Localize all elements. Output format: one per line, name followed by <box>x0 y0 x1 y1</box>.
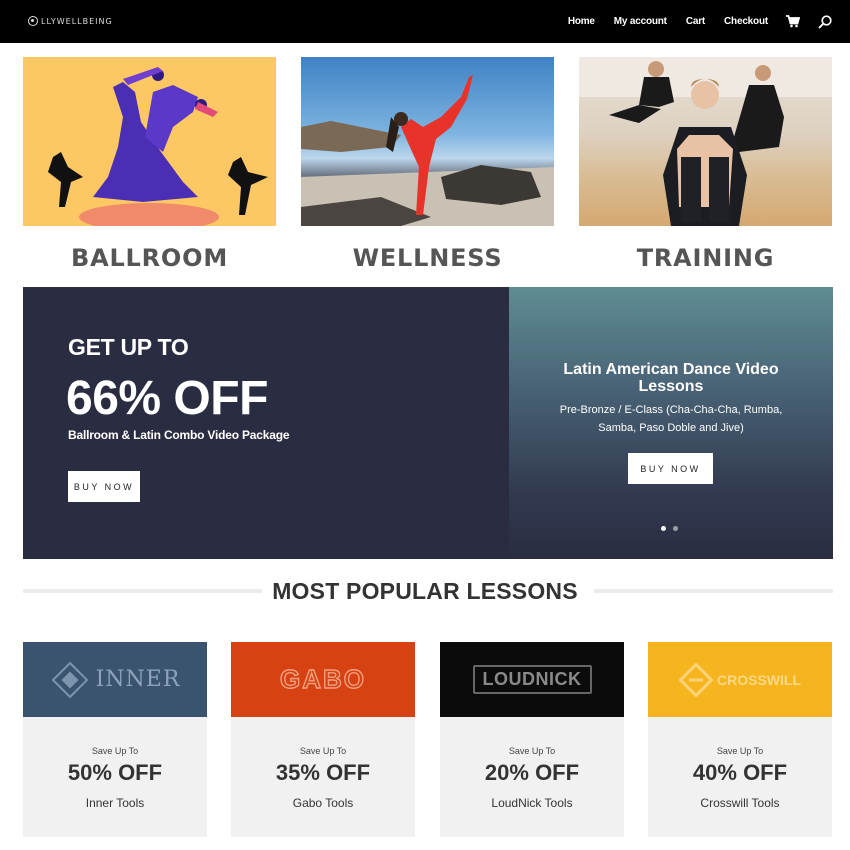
product-name[interactable]: Crosswill Tools <box>648 796 832 810</box>
lesson-card[interactable]: LOUDNICK Save Up To 20% OFF LoudNick Too… <box>440 642 624 837</box>
cart-icon[interactable] <box>786 15 800 28</box>
slider-dot-2[interactable] <box>673 526 678 531</box>
save-label: Save Up To <box>91 746 139 756</box>
promo-subtitle: Ballroom & Latin Combo Video Package <box>68 428 290 442</box>
search-icon[interactable] <box>818 14 832 29</box>
product-name[interactable]: Inner Tools <box>23 796 207 810</box>
nav-home[interactable]: Home <box>568 16 595 27</box>
wellness-image[interactable] <box>301 57 554 226</box>
brand-banner-crosswill[interactable]: CROSSWILL <box>648 642 832 717</box>
promo-left-panel: GET UP TO 66% OFF Ballroom & Latin Combo… <box>23 287 509 559</box>
promo-kicker: GET UP TO <box>68 334 189 360</box>
logo-icon <box>28 16 38 26</box>
crosswill-logo-icon <box>679 662 713 697</box>
slide-buy-now-button[interactable]: BUY NOW <box>628 453 713 484</box>
slider-dots <box>661 526 678 531</box>
discount-value: 20% OFF <box>484 760 580 785</box>
site-logo[interactable]: LLYWELLBEING <box>28 15 113 27</box>
product-name[interactable]: Gabo Tools <box>231 796 415 810</box>
ballroom-image[interactable] <box>23 57 276 226</box>
lesson-card[interactable]: INNER Save Up To 50% OFF Inner Tools <box>23 642 207 837</box>
promo-banner: GET UP TO 66% OFF Ballroom & Latin Combo… <box>23 287 833 559</box>
brand-name: LOUDNICK <box>482 669 582 689</box>
inner-logo-icon <box>51 661 88 698</box>
top-nav: LLYWELLBEING Home My account Cart Checko… <box>0 0 850 43</box>
brand-name: CROSSWILL <box>717 671 801 688</box>
nav-checkout[interactable]: Checkout <box>724 16 768 27</box>
promo-headline: 66% OFF <box>66 372 268 425</box>
category-title[interactable]: TRAINING <box>579 244 832 272</box>
slide-description: Pre-Bronze / E-Class (Cha-Cha-Cha, Rumba… <box>559 404 783 434</box>
category-title[interactable]: BALLROOM <box>23 244 276 272</box>
brand-banner-inner[interactable]: INNER <box>23 642 207 717</box>
save-label: Save Up To <box>299 746 347 756</box>
brand-name: INNER <box>95 667 181 692</box>
slider-dot-1[interactable] <box>661 526 666 531</box>
product-name[interactable]: LoudNick Tools <box>440 796 624 810</box>
slide-title: Latin American Dance Video Lessons <box>563 361 779 395</box>
category-training[interactable]: TRAINING <box>579 57 832 272</box>
loudnick-logo-frame: LOUDNICK <box>472 665 592 694</box>
discount-value: 40% OFF <box>692 760 788 785</box>
lesson-card[interactable]: GABO Save Up To 35% OFF Gabo Tools <box>231 642 415 837</box>
main-menu: Home My account Cart Checkout <box>549 0 832 43</box>
lesson-card[interactable]: CROSSWILL Save Up To 40% OFF Crosswill T… <box>648 642 832 837</box>
section-title: MOST POPULAR LESSONS <box>272 578 578 604</box>
category-wellness[interactable]: WELLNESS <box>301 57 554 272</box>
discount-value: 50% OFF <box>67 760 163 785</box>
category-ballroom[interactable]: BALLROOM <box>23 57 276 272</box>
nav-my-account[interactable]: My account <box>614 16 667 27</box>
nav-cart[interactable]: Cart <box>686 16 705 27</box>
logo-text: LLYWELLBEING <box>41 16 113 26</box>
training-image[interactable] <box>579 57 832 226</box>
promo-buy-now-button[interactable]: BUY NOW <box>68 471 140 502</box>
save-label: Save Up To <box>508 746 556 756</box>
category-title[interactable]: WELLNESS <box>301 244 554 272</box>
save-label: Save Up To <box>716 746 764 756</box>
brand-name: GABO <box>279 663 366 694</box>
brand-banner-gabo[interactable]: GABO <box>231 642 415 717</box>
brand-banner-loudnick[interactable]: LOUDNICK <box>440 642 624 717</box>
promo-slider: Latin American Dance Video Lessons Pre-B… <box>509 287 833 559</box>
discount-value: 35% OFF <box>275 760 371 785</box>
